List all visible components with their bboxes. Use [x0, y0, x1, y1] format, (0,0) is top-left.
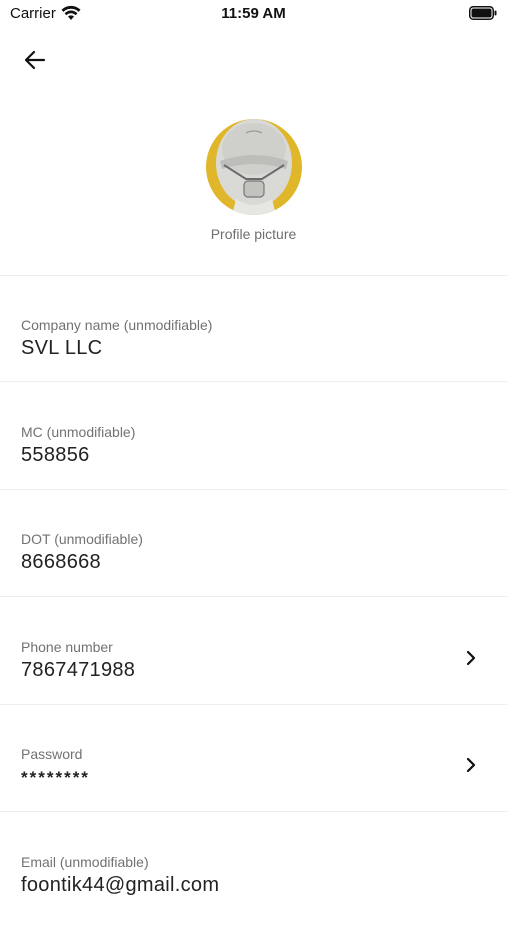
divider	[0, 596, 507, 597]
mc-field: MC (unmodifiable) 558856	[0, 390, 507, 496]
company-name-field: Company name (unmodifiable) SVL LLC	[0, 283, 507, 389]
chevron-right-icon	[466, 650, 476, 666]
divider	[0, 811, 507, 812]
status-bar: Carrier 11:59 AM	[0, 0, 507, 28]
mc-label: MC (unmodifiable)	[21, 424, 136, 440]
back-button[interactable]	[20, 46, 50, 74]
company-name-label: Company name (unmodifiable)	[21, 317, 213, 333]
password-row[interactable]: Password ********	[0, 712, 507, 818]
arrow-left-icon	[24, 50, 46, 70]
dot-value: 8668668	[21, 551, 101, 573]
email-value: foontik44@gmail.com	[21, 874, 220, 896]
password-value: ********	[21, 768, 90, 787]
profile-picture-image	[206, 119, 302, 215]
avatar[interactable]	[206, 119, 302, 215]
password-label: Password	[21, 746, 83, 762]
mc-value: 558856	[21, 444, 90, 466]
divider	[0, 489, 507, 490]
dot-label: DOT (unmodifiable)	[21, 531, 143, 547]
divider	[0, 381, 507, 382]
email-label: Email (unmodifiable)	[21, 854, 149, 870]
chevron-right-icon	[466, 757, 476, 773]
company-name-value: SVL LLC	[21, 337, 103, 359]
status-time: 11:59 AM	[221, 5, 286, 22]
phone-number-value: 7867471988	[21, 659, 136, 681]
battery-icon	[469, 6, 497, 20]
phone-number-row[interactable]: Phone number 7867471988	[0, 605, 507, 711]
divider	[0, 275, 507, 276]
divider	[0, 704, 507, 705]
email-field: Email (unmodifiable) foontik44@gmail.com	[0, 820, 507, 926]
phone-number-label: Phone number	[21, 639, 113, 655]
dot-field: DOT (unmodifiable) 8668668	[0, 497, 507, 603]
profile-picture-caption: Profile picture	[210, 226, 297, 242]
